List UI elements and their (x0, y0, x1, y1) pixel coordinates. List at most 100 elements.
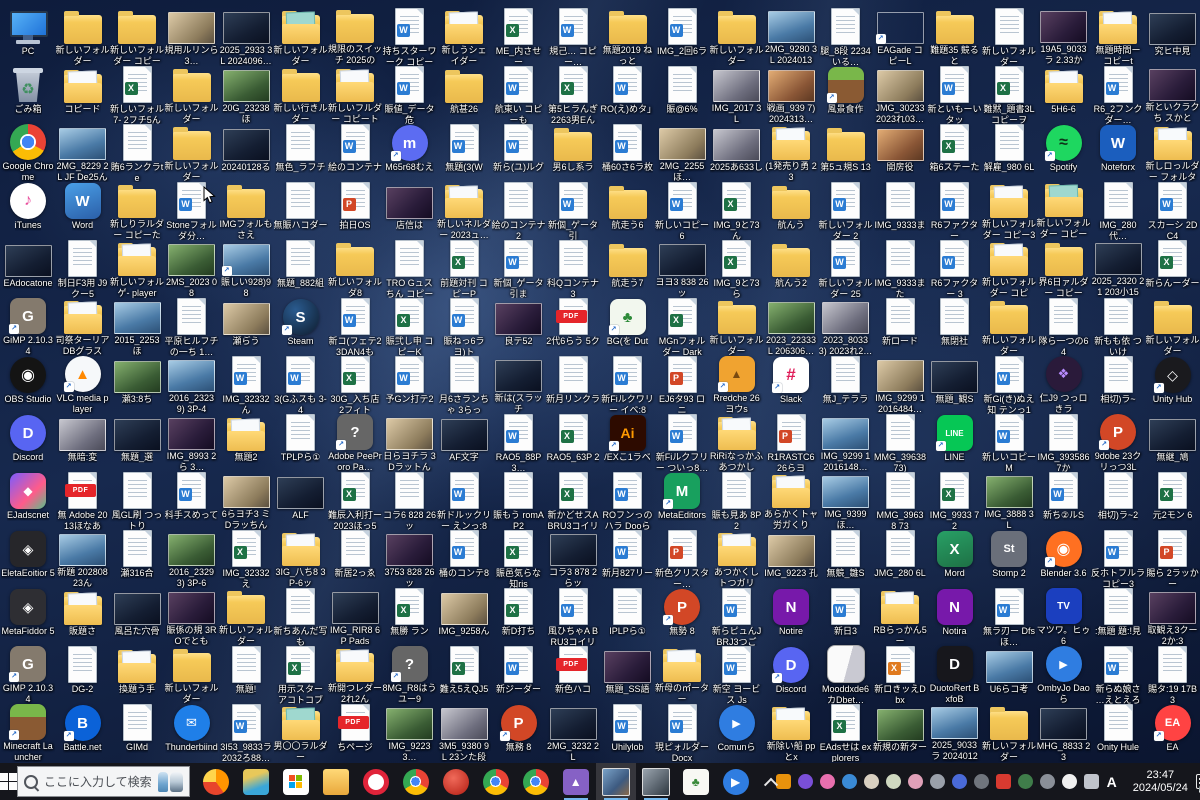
desktop-icon[interactable]: 腿_8段 2234いる… (819, 8, 873, 66)
desktop-icon[interactable]: 2016_2323 9) 3P-4 (165, 356, 219, 414)
desktop-icon[interactable]: 2MG_2255ほ… (655, 124, 709, 182)
desktop-icon[interactable]: XIMG_9と73ん (710, 182, 764, 240)
desktop-icon[interactable]: W新Gi(き)ぬえ知 テンっ1 (982, 356, 1036, 414)
desktop-icon[interactable]: P賜ら 2ラッかー (1146, 530, 1200, 588)
desktop-icon[interactable]: X賑邑気らな 知ris (492, 530, 546, 588)
taskbar-search-input[interactable]: ここに入力して検索 (17, 766, 190, 797)
image-window-2-taskbar-button[interactable] (636, 763, 676, 800)
desktop-icon[interactable]: X無勝 ラン (383, 588, 437, 646)
desktop-icon[interactable]: 新しいフォルダー (710, 8, 764, 66)
desktop-icon[interactable]: NNotira (928, 588, 982, 646)
desktop-icon[interactable]: D↗Discord (764, 646, 818, 704)
desktop-icon[interactable]: 5H6-6 (1037, 66, 1091, 124)
action-center-button[interactable] (1196, 763, 1200, 800)
tray-app-3-tray-icon[interactable] (820, 774, 835, 789)
desktop-icon[interactable]: XME_内させー (492, 8, 546, 66)
desktop-icon[interactable]: W無題(3(W (437, 124, 491, 182)
desktop-icon[interactable]: 規限のスイッチ 2025のド… (328, 8, 382, 66)
desktop-icon[interactable]: W賑ねっ6ラ ヨ)ト (437, 298, 491, 356)
desktop-icon[interactable]: 無題_882組 (274, 240, 328, 298)
red-browser-taskbar-button[interactable] (436, 763, 476, 800)
desktop-icon[interactable]: IMG_RIR8 6P Pads (328, 588, 382, 646)
desktop-icon[interactable]: WIMG_32332ん (219, 356, 273, 414)
desktop-icon[interactable]: IMG_9333また (873, 240, 927, 298)
desktop-icon[interactable]: GIMd (110, 704, 164, 762)
desktop-icon[interactable]: ↗賑しい928)98 (219, 240, 273, 298)
desktop-icon[interactable]: S↗Steam (274, 298, 328, 356)
nature-app-taskbar-button[interactable]: ♣ (676, 763, 716, 800)
desktop-icon[interactable]: 3753 828 26ッ (383, 530, 437, 588)
desktop-icon[interactable]: 新は(スラッチ (492, 356, 546, 414)
desktop-icon[interactable]: X賑弐し申 コピーK (383, 298, 437, 356)
desktop-icon[interactable]: 無題2 (219, 414, 273, 472)
desktop-icon[interactable]: 無題_選 (110, 414, 164, 472)
desktop-icon[interactable]: 第5ュ規S 13 (819, 124, 873, 182)
tray-app-15-tray-icon[interactable] (1084, 774, 1099, 789)
desktop-icon[interactable]: IMG_280 代… (1091, 182, 1145, 240)
desktop-icon[interactable]: 航んう2 (764, 240, 818, 298)
desktop-icon[interactable]: 新しいフォルダー (982, 704, 1036, 762)
desktop-icon[interactable]: W規己… コピー… (546, 8, 600, 66)
desktop-icon[interactable]: W風ひちゃA BRU3コイリ 2… (546, 588, 600, 646)
desktop-icon[interactable]: 科Qコンテナ3 (546, 240, 600, 298)
desktop-icon[interactable]: XIMG_9933 72 (928, 472, 982, 530)
desktop-icon[interactable]: 新題 20280823ん (56, 530, 110, 588)
desktop-icon[interactable]: ↗EAGade コピーL (873, 8, 927, 66)
desktop-icon[interactable]: 新しいフォルダー (982, 8, 1036, 66)
desktop-icon[interactable]: 新しいネルダー 2023ュ… (437, 182, 491, 240)
desktop-icon[interactable]: 2MS_2023 08 (165, 240, 219, 298)
desktop-icon[interactable]: 無題時間ー コピーt (1091, 8, 1145, 66)
desktop-icon[interactable]: PDF2代6らう 5ク (546, 298, 600, 356)
desktop-icon[interactable]: LINE↗LINE (928, 414, 982, 472)
desktop-icon[interactable]: ▶Comunら (710, 704, 764, 762)
desktop-icon[interactable]: G↗GIMP 2.10.34 (1, 646, 55, 704)
desktop-icon[interactable]: 男6し系ラ (546, 124, 600, 182)
desktop-icon[interactable]: W新しいコピー6 (655, 182, 709, 240)
desktop-icon[interactable]: P↗9dobe 23クリっつ3L (1091, 414, 1145, 472)
desktop-icon[interactable]: WR6ファクター (928, 182, 982, 240)
desktop-icon[interactable]: 新しいフォルダー コピーも (1037, 182, 1091, 240)
desktop-icon[interactable]: 新もも依 ついけ (1091, 298, 1145, 356)
anydesk-taskbar-button[interactable]: ▶ (716, 763, 756, 800)
desktop-icon[interactable]: StStomp 2 (982, 530, 1036, 588)
edge-photo-taskbar-button[interactable] (236, 763, 276, 800)
desktop-icon[interactable]: ▲↗Rredche 26ヨウs (710, 356, 764, 414)
desktop-icon[interactable]: IMG_9399 ほ… (819, 472, 873, 530)
desktop-icon[interactable]: Google Chrome (1, 124, 55, 182)
desktop-icon[interactable]: W新ち②ルS (1037, 472, 1091, 530)
desktop-icon[interactable]: W無ラ刃ー Dfsほ… (982, 588, 1036, 646)
ime-indicator[interactable]: A (1099, 774, 1125, 790)
photos-taskbar-button[interactable]: ▲ (556, 763, 596, 800)
desktop-icon[interactable]: X難辰入利打ー 2023ほっ5 8… (328, 472, 382, 530)
desktop-icon[interactable]: W新月827リー (601, 530, 655, 588)
desktop-icon[interactable]: RBらっかん5ー (873, 588, 927, 646)
desktop-icon[interactable]: 月6さランちゃ 3らっ (437, 356, 491, 414)
desktop-icon[interactable]: 風呂た穴骨 (110, 588, 164, 646)
desktop-icon[interactable]: P↗無務 8 (492, 704, 546, 762)
tray-app-4-tray-icon[interactable] (842, 774, 857, 789)
desktop-icon[interactable]: 無閉社 (928, 298, 982, 356)
desktop-icon[interactable]: PEJ6タ93 ロニ (655, 356, 709, 414)
desktop-icon[interactable]: 無題_SS語 (601, 646, 655, 704)
desktop-icon[interactable]: W航東い コピーも (492, 66, 546, 124)
desktop-icon[interactable]: X新ロきッえDbx (873, 646, 927, 704)
desktop-icon[interactable]: 界6日ァルダー コピー (1037, 240, 1091, 298)
desktop-icon[interactable]: 無題! (219, 646, 273, 704)
desktop-icon[interactable]: W新Fiルクフリー ついっ8… (655, 414, 709, 472)
desktop-icon[interactable]: EAdocatone (1, 240, 55, 298)
desktop-icon[interactable]: X箱6ステーた (928, 124, 982, 182)
desktop-icon[interactable]: :無題 題:!見 (1091, 588, 1145, 646)
desktop-icon[interactable]: W新ジーダー (492, 646, 546, 704)
desktop-icon[interactable]: 19A5_9033ラ 2.33かし… (1037, 8, 1091, 66)
desktop-icon[interactable]: 瀬ら゙う (219, 298, 273, 356)
desktop-icon[interactable]: JMG_280 6L (873, 530, 927, 588)
desktop-icon[interactable]: PDF新色ハコ (546, 646, 600, 704)
desktop-icon[interactable]: W新らぬ娘さ …えとえろ (1091, 646, 1145, 704)
desktop-icon[interactable]: 良テ52 (492, 298, 546, 356)
desktop-icon[interactable]: W新といもーいタッ (928, 66, 982, 124)
desktop-icon[interactable]: XMGnフォルダー Dark (655, 298, 709, 356)
desktop-icon[interactable]: 新開つレダー 2れ2ん (328, 646, 382, 704)
desktop-icon[interactable]: 2025あ633し (710, 124, 764, 182)
desktop-icon[interactable]: 瀬316合 (110, 530, 164, 588)
microsoft-store-taskbar-button[interactable] (276, 763, 316, 800)
